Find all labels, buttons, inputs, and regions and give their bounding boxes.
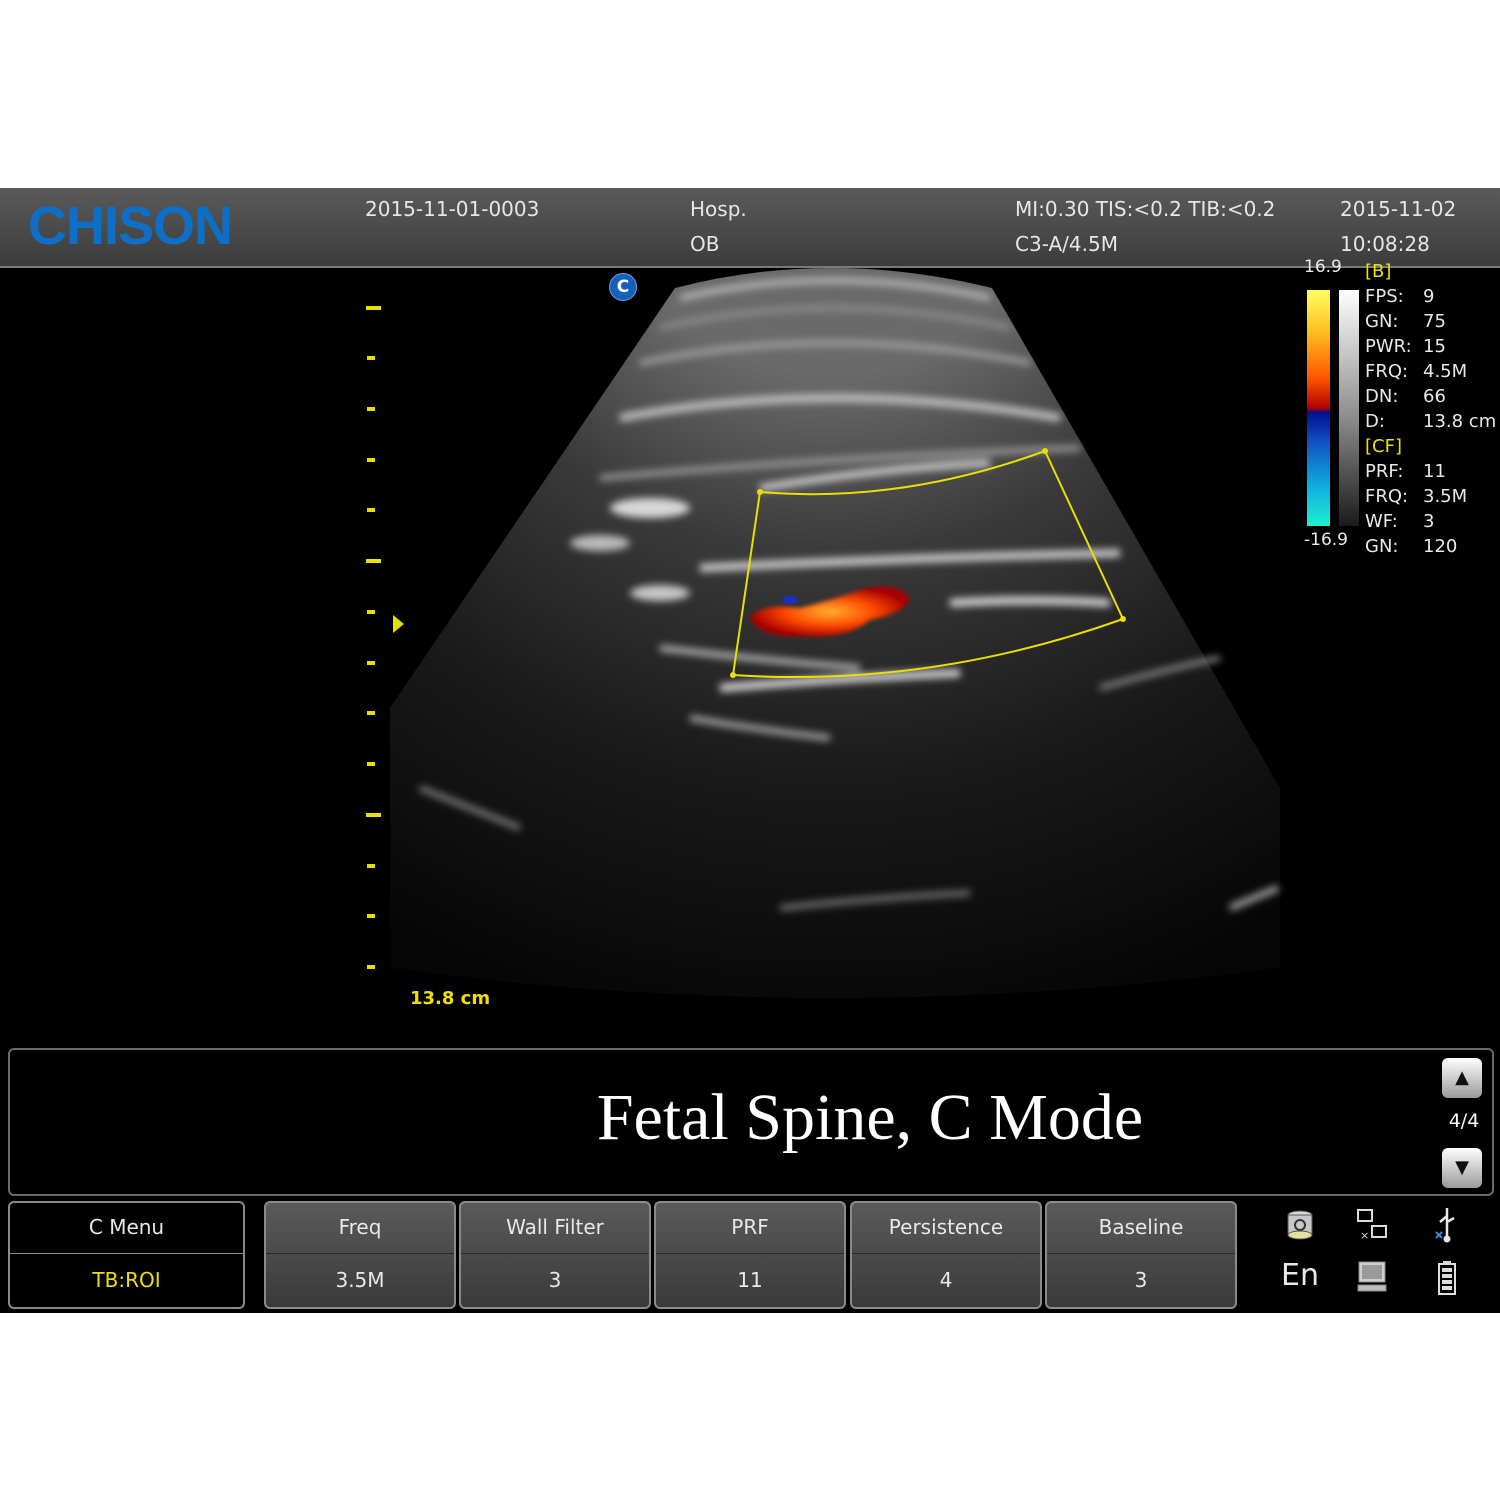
baseline-label: Baseline [1047, 1203, 1235, 1254]
c-menu-label: C Menu [10, 1203, 243, 1254]
exam-time: 10:08:28 [1340, 232, 1430, 256]
battery-icon [1438, 1261, 1456, 1295]
hospital-name: Hosp. [690, 197, 747, 221]
param-value: 3.5M [1423, 486, 1468, 507]
param-key: GN: [1365, 311, 1399, 332]
depth-tick [367, 407, 375, 411]
param-key: PRF: [1365, 461, 1404, 482]
cf-mode-header: [CF] [1365, 436, 1402, 457]
header-bar: CHISON 2015-11-01-0003 Hosp. OB MI:0.30 … [0, 188, 1500, 268]
param-key: FPS: [1365, 286, 1404, 307]
baseline-control[interactable]: Baseline 3 [1045, 1201, 1237, 1309]
grayscale-bar [1339, 290, 1359, 526]
page-indicator: 4/4 [1448, 1110, 1480, 1132]
caption-panel: Fetal Spine, C Mode ▲ 4/4 ▼ [8, 1048, 1494, 1196]
prf-label: PRF [656, 1203, 844, 1254]
param-key: FRQ: [1365, 361, 1409, 382]
exam-date: 2015-11-02 [1340, 197, 1457, 221]
parameter-panel: [B] FPS: 9 GN: 75 PWR: 15 FRQ: 4.5M DN: 66 D:… [1365, 259, 1496, 559]
focus-marker[interactable] [393, 615, 404, 633]
probe-info: C3-A/4.5M [1015, 232, 1118, 256]
wall-filter-control[interactable]: Wall Filter 3 [459, 1201, 651, 1309]
depth-label: 13.8 cm [410, 988, 491, 1009]
patient-id: 2015-11-01-0003 [365, 197, 540, 221]
depth-tick [367, 914, 375, 918]
depth-tick-major [366, 813, 381, 817]
database-icon [1287, 1210, 1313, 1240]
depth-tick-major [366, 559, 381, 563]
param-value: 66 [1423, 386, 1446, 407]
computer-icon [1357, 1261, 1387, 1292]
c-menu-value: TB:ROI [92, 1268, 161, 1292]
prf-control[interactable]: PRF 11 [654, 1201, 846, 1309]
page-down-button[interactable]: ▼ [1442, 1148, 1482, 1188]
exam-type: OB [690, 232, 720, 256]
param-value: 11 [1423, 461, 1446, 482]
ultrasound-image[interactable] [0, 268, 1500, 1048]
depth-tick [367, 356, 375, 360]
image-area: 13.8 cm C 16.9 -16.9 [B] FPS: 9 GN: 75 PWR… [0, 257, 1500, 1048]
param-key: WF: [1365, 511, 1398, 532]
ultrasound-screen: CHISON 2015-11-01-0003 Hosp. OB MI:0.30 … [0, 188, 1500, 1313]
down-arrow-icon: ▼ [1455, 1157, 1469, 1178]
baseline-value: 3 [1134, 1268, 1148, 1292]
param-value: 13.8 cm [1423, 411, 1497, 432]
up-arrow-icon: ▲ [1455, 1067, 1469, 1088]
network-icon: × [1357, 1209, 1387, 1242]
param-value: 15 [1423, 336, 1446, 357]
colorbar-min: -16.9 [1304, 530, 1348, 550]
caption-text: Fetal Spine, C Mode [596, 1081, 1144, 1154]
param-value: 120 [1423, 536, 1458, 557]
page-up-button[interactable]: ▲ [1442, 1058, 1482, 1098]
freq-control[interactable]: Freq 3.5M [264, 1201, 456, 1309]
language-indicator[interactable]: En [1278, 1258, 1322, 1293]
param-value: 3 [1423, 511, 1435, 532]
param-key: GN: [1365, 536, 1399, 557]
depth-tick [367, 762, 375, 766]
persistence-label: Persistence [852, 1203, 1040, 1254]
wall-filter-label: Wall Filter [461, 1203, 649, 1254]
param-key: DN: [1365, 386, 1399, 407]
freq-label: Freq [266, 1203, 454, 1254]
c-mode-badge: C [609, 273, 637, 301]
prf-value: 11 [737, 1268, 763, 1292]
param-key: FRQ: [1365, 486, 1409, 507]
usb-icon [1435, 1208, 1455, 1243]
param-value: 9 [1423, 286, 1435, 307]
brand-logo: CHISON [28, 196, 233, 256]
persistence-control[interactable]: Persistence 4 [850, 1201, 1042, 1309]
param-value: 4.5M [1423, 361, 1468, 382]
safety-indices: MI:0.30 TIS:<0.2 TIB:<0.2 [1015, 197, 1276, 221]
depth-tick [367, 661, 375, 665]
color-velocity-bar [1307, 290, 1330, 526]
depth-tick [367, 508, 375, 512]
depth-tick [367, 965, 375, 969]
persistence-value: 4 [939, 1268, 953, 1292]
param-key: PWR: [1365, 336, 1412, 357]
svg-text:×: × [1360, 1229, 1369, 1242]
depth-tick [367, 864, 375, 868]
b-mode-header: [B] [1365, 261, 1392, 282]
param-key: D: [1365, 411, 1385, 432]
depth-tick [367, 711, 375, 715]
c-menu-button[interactable]: C Menu TB:ROI [8, 1201, 245, 1309]
param-value: 75 [1423, 311, 1446, 332]
freq-value: 3.5M [335, 1268, 385, 1292]
wall-filter-value: 3 [548, 1268, 562, 1292]
depth-tick [367, 610, 375, 614]
depth-tick [367, 458, 375, 462]
colorbar-max: 16.9 [1304, 257, 1342, 277]
depth-tick-major [366, 306, 381, 310]
